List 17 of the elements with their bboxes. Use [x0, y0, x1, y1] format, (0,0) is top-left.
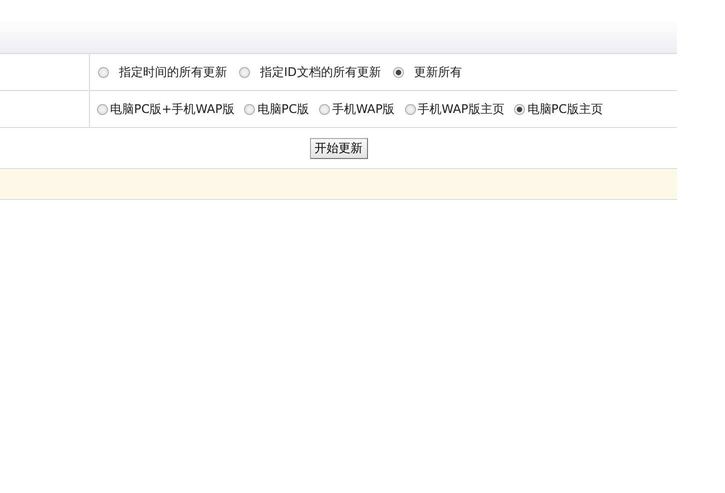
radio-button[interactable]: [514, 104, 526, 114]
radio-button[interactable]: [97, 104, 108, 114]
radio-option[interactable]: 指定时间的所有更新: [98, 64, 227, 80]
option-label: 电脑PC版: [257, 100, 309, 118]
option-label: 指定时间的所有更新: [119, 64, 227, 80]
start-update-button[interactable]: 开始更新: [310, 138, 368, 158]
option-label: 手机WAP版: [332, 100, 395, 118]
radio-option[interactable]: 手机WAP版: [318, 100, 395, 118]
radio-button[interactable]: [239, 66, 250, 78]
radio-button[interactable]: [244, 104, 256, 114]
radio-option[interactable]: 更新所有: [392, 64, 462, 80]
radio-button[interactable]: [318, 104, 330, 114]
radio-button[interactable]: [404, 104, 416, 114]
option-label: 更新所有: [414, 64, 462, 80]
radio-option[interactable]: 电脑PC版: [244, 100, 309, 118]
radio-button[interactable]: [392, 66, 404, 78]
radio-button[interactable]: [98, 66, 109, 78]
